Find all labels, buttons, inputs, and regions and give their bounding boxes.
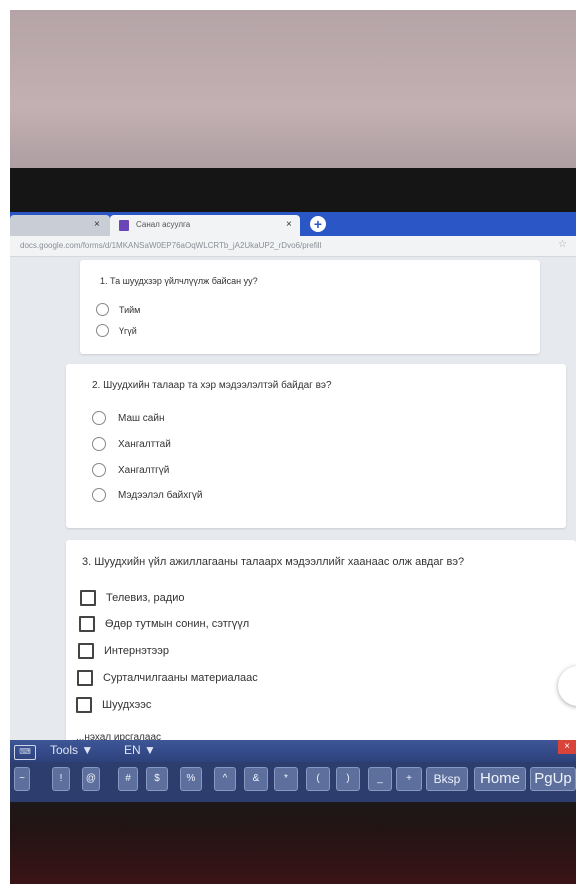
radio-option[interactable]: Маш сайн (92, 411, 164, 425)
question-title: 1. Та шуудхзэр үйлчлүүлж байсан уу? (100, 276, 258, 286)
checkbox-option[interactable]: Сурталчилгааны материалаас (77, 670, 258, 686)
checkbox-option[interactable]: Телевиз, радио (80, 590, 184, 606)
question-card-1: 1. Та шуудхзэр үйлчлүүлж байсан уу? Тийм… (80, 260, 540, 354)
keyboard-toolbar: ⌨ Tools ▼ EN ▼ × (10, 740, 576, 762)
key-underscore[interactable]: _ (368, 767, 392, 791)
tools-label: Tools (50, 743, 79, 757)
radio-option[interactable]: Хангалттай (92, 437, 171, 451)
question-card-3: 3. Шуудхийн үйл ажиллагааны талаарх мэдэ… (66, 540, 576, 742)
key-plus[interactable]: + (396, 767, 422, 791)
option-label: Шуудхээс (102, 699, 152, 711)
tab-previous[interactable]: × (10, 215, 110, 236)
checkbox[interactable] (78, 643, 94, 659)
option-label: Сурталчилгааны материалаас (103, 672, 258, 684)
question-title: 2. Шуудхийн талаар та хэр мэдээлэлтэй ба… (92, 380, 332, 391)
question-title: 3. Шуудхийн үйл ажиллагааны талаарх мэдэ… (82, 556, 465, 568)
key-percent[interactable]: % (180, 767, 202, 791)
url-text[interactable]: docs.google.com/forms/d/1MKANSaW0EP76aOq… (20, 241, 550, 250)
key-caret[interactable]: ^ (214, 767, 236, 791)
option-label: Үгүй (119, 325, 137, 336)
language-label: EN (124, 743, 141, 757)
key-asterisk[interactable]: * (274, 767, 298, 791)
google-forms-icon (119, 220, 129, 231)
checkbox[interactable] (79, 616, 95, 632)
question-card-2: 2. Шуудхийн талаар та хэр мэдээлэлтэй ба… (66, 364, 566, 528)
radio-option[interactable]: Үгүй (96, 324, 137, 337)
key-hash[interactable]: # (118, 767, 138, 791)
key-close-paren[interactable]: ) (336, 767, 360, 791)
keyboard-icon[interactable]: ⌨ (14, 745, 36, 760)
checkbox[interactable] (76, 697, 92, 713)
background-wall (10, 10, 576, 188)
tab-close-icon[interactable]: × (94, 219, 100, 230)
tab-strip: × Санал асуулга × + (10, 212, 576, 236)
browser-window: × Санал асуулга × + docs.google.com/form… (10, 212, 576, 742)
on-screen-keyboard: ⌨ Tools ▼ EN ▼ × ~ ! @ # $ % ^ & * ( ) _… (10, 740, 576, 802)
key-at[interactable]: @ (82, 767, 100, 791)
tab-close-icon[interactable]: × (286, 219, 292, 230)
option-label: Тийм (119, 304, 141, 315)
radio-option[interactable]: Хангалтгүй (92, 463, 169, 477)
option-label: Хангалтгүй (118, 464, 170, 476)
radio-button[interactable] (92, 411, 106, 425)
language-menu[interactable]: EN ▼ (124, 743, 156, 757)
new-tab-button[interactable]: + (310, 216, 326, 232)
address-bar[interactable]: docs.google.com/forms/d/1MKANSaW0EP76aOq… (10, 236, 576, 257)
tab-title: Санал асуулга (136, 220, 191, 229)
key-open-paren[interactable]: ( (306, 767, 330, 791)
radio-option[interactable]: Тийм (96, 303, 140, 316)
checkbox[interactable] (80, 590, 96, 606)
chevron-down-icon: ▼ (144, 743, 156, 757)
close-icon[interactable]: × (558, 740, 576, 754)
key-tilde[interactable]: ~ (14, 767, 30, 791)
option-label: Маш сайн (118, 412, 165, 424)
chevron-down-icon: ▼ (81, 743, 94, 757)
checkbox-option[interactable]: Өдөр тутмын сонин, сэтгүүл (79, 616, 249, 632)
option-label: Өдөр тутмын сонин, сэтгүүл (105, 618, 250, 630)
checkbox-option[interactable]: Интернэтээр (78, 643, 169, 659)
checkbox-option[interactable]: Шуудхээс (76, 697, 151, 713)
tab-form[interactable]: Санал асуулга × (110, 215, 300, 236)
key-pgup[interactable]: PgUp (530, 767, 576, 791)
option-label: Хангалттай (118, 438, 171, 450)
radio-button[interactable] (96, 324, 109, 337)
key-ampersand[interactable]: & (244, 767, 268, 791)
radio-button[interactable] (92, 437, 106, 451)
radio-button[interactable] (96, 303, 109, 316)
radio-button[interactable] (92, 488, 106, 502)
key-exclamation[interactable]: ! (52, 767, 70, 791)
bookmark-star-icon[interactable]: ☆ (558, 239, 567, 250)
option-label: Мэдээлэл байхгүй (118, 489, 203, 501)
radio-option[interactable]: Мэдээлэл байхгүй (92, 488, 202, 502)
option-label: Телевиз, радио (106, 592, 185, 604)
radio-button[interactable] (92, 463, 106, 477)
option-label: Интернэтээр (104, 645, 169, 657)
key-home[interactable]: Home (474, 767, 526, 791)
key-dollar[interactable]: $ (146, 767, 168, 791)
checkbox[interactable] (77, 670, 93, 686)
tools-menu[interactable]: Tools ▼ (50, 743, 93, 757)
key-backspace[interactable]: Bksp (426, 767, 468, 791)
